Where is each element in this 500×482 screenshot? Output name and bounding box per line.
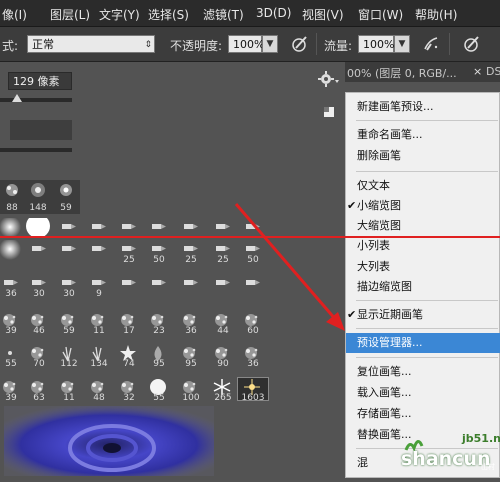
watermark-sub: 山村 <box>481 463 495 471</box>
annotation-arrow <box>234 203 345 331</box>
watermark-brand: shancun <box>401 448 491 470</box>
watermark-url: jb51.net <box>462 432 500 445</box>
